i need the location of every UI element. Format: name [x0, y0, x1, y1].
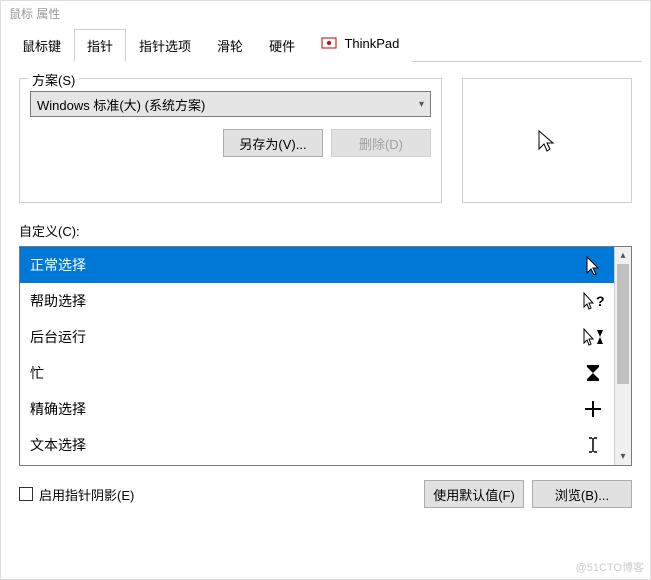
- list-item[interactable]: 后台运行: [20, 319, 614, 355]
- scrollbar[interactable]: ▴ ▾: [614, 247, 631, 465]
- list-item[interactable]: 精确选择: [20, 391, 614, 427]
- scroll-down-icon[interactable]: ▾: [615, 448, 631, 465]
- pointer-shadow-label: 启用指针阴影(E): [39, 485, 134, 504]
- browse-button[interactable]: 浏览(B)...: [532, 480, 632, 508]
- scroll-thumb[interactable]: [617, 264, 629, 384]
- busy-arrow-icon: [582, 326, 604, 348]
- scheme-dropdown-value: Windows 标准(大) (系统方案): [37, 95, 205, 114]
- mouse-properties-window: 鼠标 属性 鼠标键 指针 指针选项 滑轮 硬件 ThinkPad 方案(S) W…: [0, 0, 651, 580]
- cursor-list[interactable]: 正常选择帮助选择?后台运行忙精确选择文本选择手写不可用: [20, 247, 614, 465]
- list-item[interactable]: 文本选择: [20, 427, 614, 463]
- list-item[interactable]: 正常选择: [20, 247, 614, 283]
- cursor-label: 后台运行: [30, 327, 86, 347]
- custom-label: 自定义(C):: [19, 221, 632, 240]
- scheme-group-label: 方案(S): [28, 70, 79, 89]
- arrow-cursor-icon: [535, 129, 559, 153]
- cursor-label: 帮助选择: [30, 291, 86, 311]
- cursor-preview: [462, 78, 632, 203]
- cross-icon: [582, 398, 604, 420]
- thinkpad-icon: [321, 37, 337, 53]
- pointer-shadow-checkbox[interactable]: 启用指针阴影(E): [19, 485, 134, 504]
- list-item[interactable]: 忙: [20, 355, 614, 391]
- hourglass-icon: [582, 362, 604, 384]
- tab-hardware[interactable]: 硬件: [256, 29, 308, 62]
- scroll-up-icon[interactable]: ▴: [615, 247, 631, 264]
- cursor-label: 忙: [30, 363, 44, 383]
- scheme-dropdown[interactable]: Windows 标准(大) (系统方案) ▾: [30, 91, 431, 117]
- help-icon: ?: [582, 290, 604, 312]
- cursor-label: 文本选择: [30, 435, 86, 455]
- chevron-down-icon: ▾: [419, 99, 424, 110]
- save-as-button[interactable]: 另存为(V)...: [223, 129, 323, 157]
- tab-wheel[interactable]: 滑轮: [204, 29, 256, 62]
- cursor-label: 精确选择: [30, 399, 86, 419]
- tab-content: 方案(S) Windows 标准(大) (系统方案) ▾ 另存为(V)... 删…: [1, 62, 650, 508]
- use-defaults-button[interactable]: 使用默认值(F): [424, 480, 524, 508]
- delete-button: 删除(D): [331, 129, 431, 157]
- svg-text:?: ?: [596, 293, 604, 309]
- tab-pointers[interactable]: 指针: [74, 29, 126, 62]
- watermark: @51CTO博客: [576, 559, 644, 575]
- tab-thinkpad[interactable]: ThinkPad: [308, 29, 412, 62]
- arrow-icon: [582, 254, 604, 276]
- list-item[interactable]: 手写: [20, 463, 614, 465]
- checkbox-box: [19, 487, 33, 501]
- tab-mouse-keys[interactable]: 鼠标键: [9, 29, 74, 62]
- tab-pointer-options[interactable]: 指针选项: [126, 29, 204, 62]
- list-item[interactable]: 帮助选择?: [20, 283, 614, 319]
- cursor-label: 正常选择: [30, 255, 86, 275]
- scheme-group: 方案(S) Windows 标准(大) (系统方案) ▾ 另存为(V)... 删…: [19, 78, 442, 203]
- ibeam-icon: [582, 434, 604, 456]
- tab-strip: 鼠标键 指针 指针选项 滑轮 硬件 ThinkPad: [9, 28, 642, 62]
- cursor-listbox: 正常选择帮助选择?后台运行忙精确选择文本选择手写不可用 ▴ ▾: [19, 246, 632, 466]
- window-title: 鼠标 属性: [1, 1, 650, 26]
